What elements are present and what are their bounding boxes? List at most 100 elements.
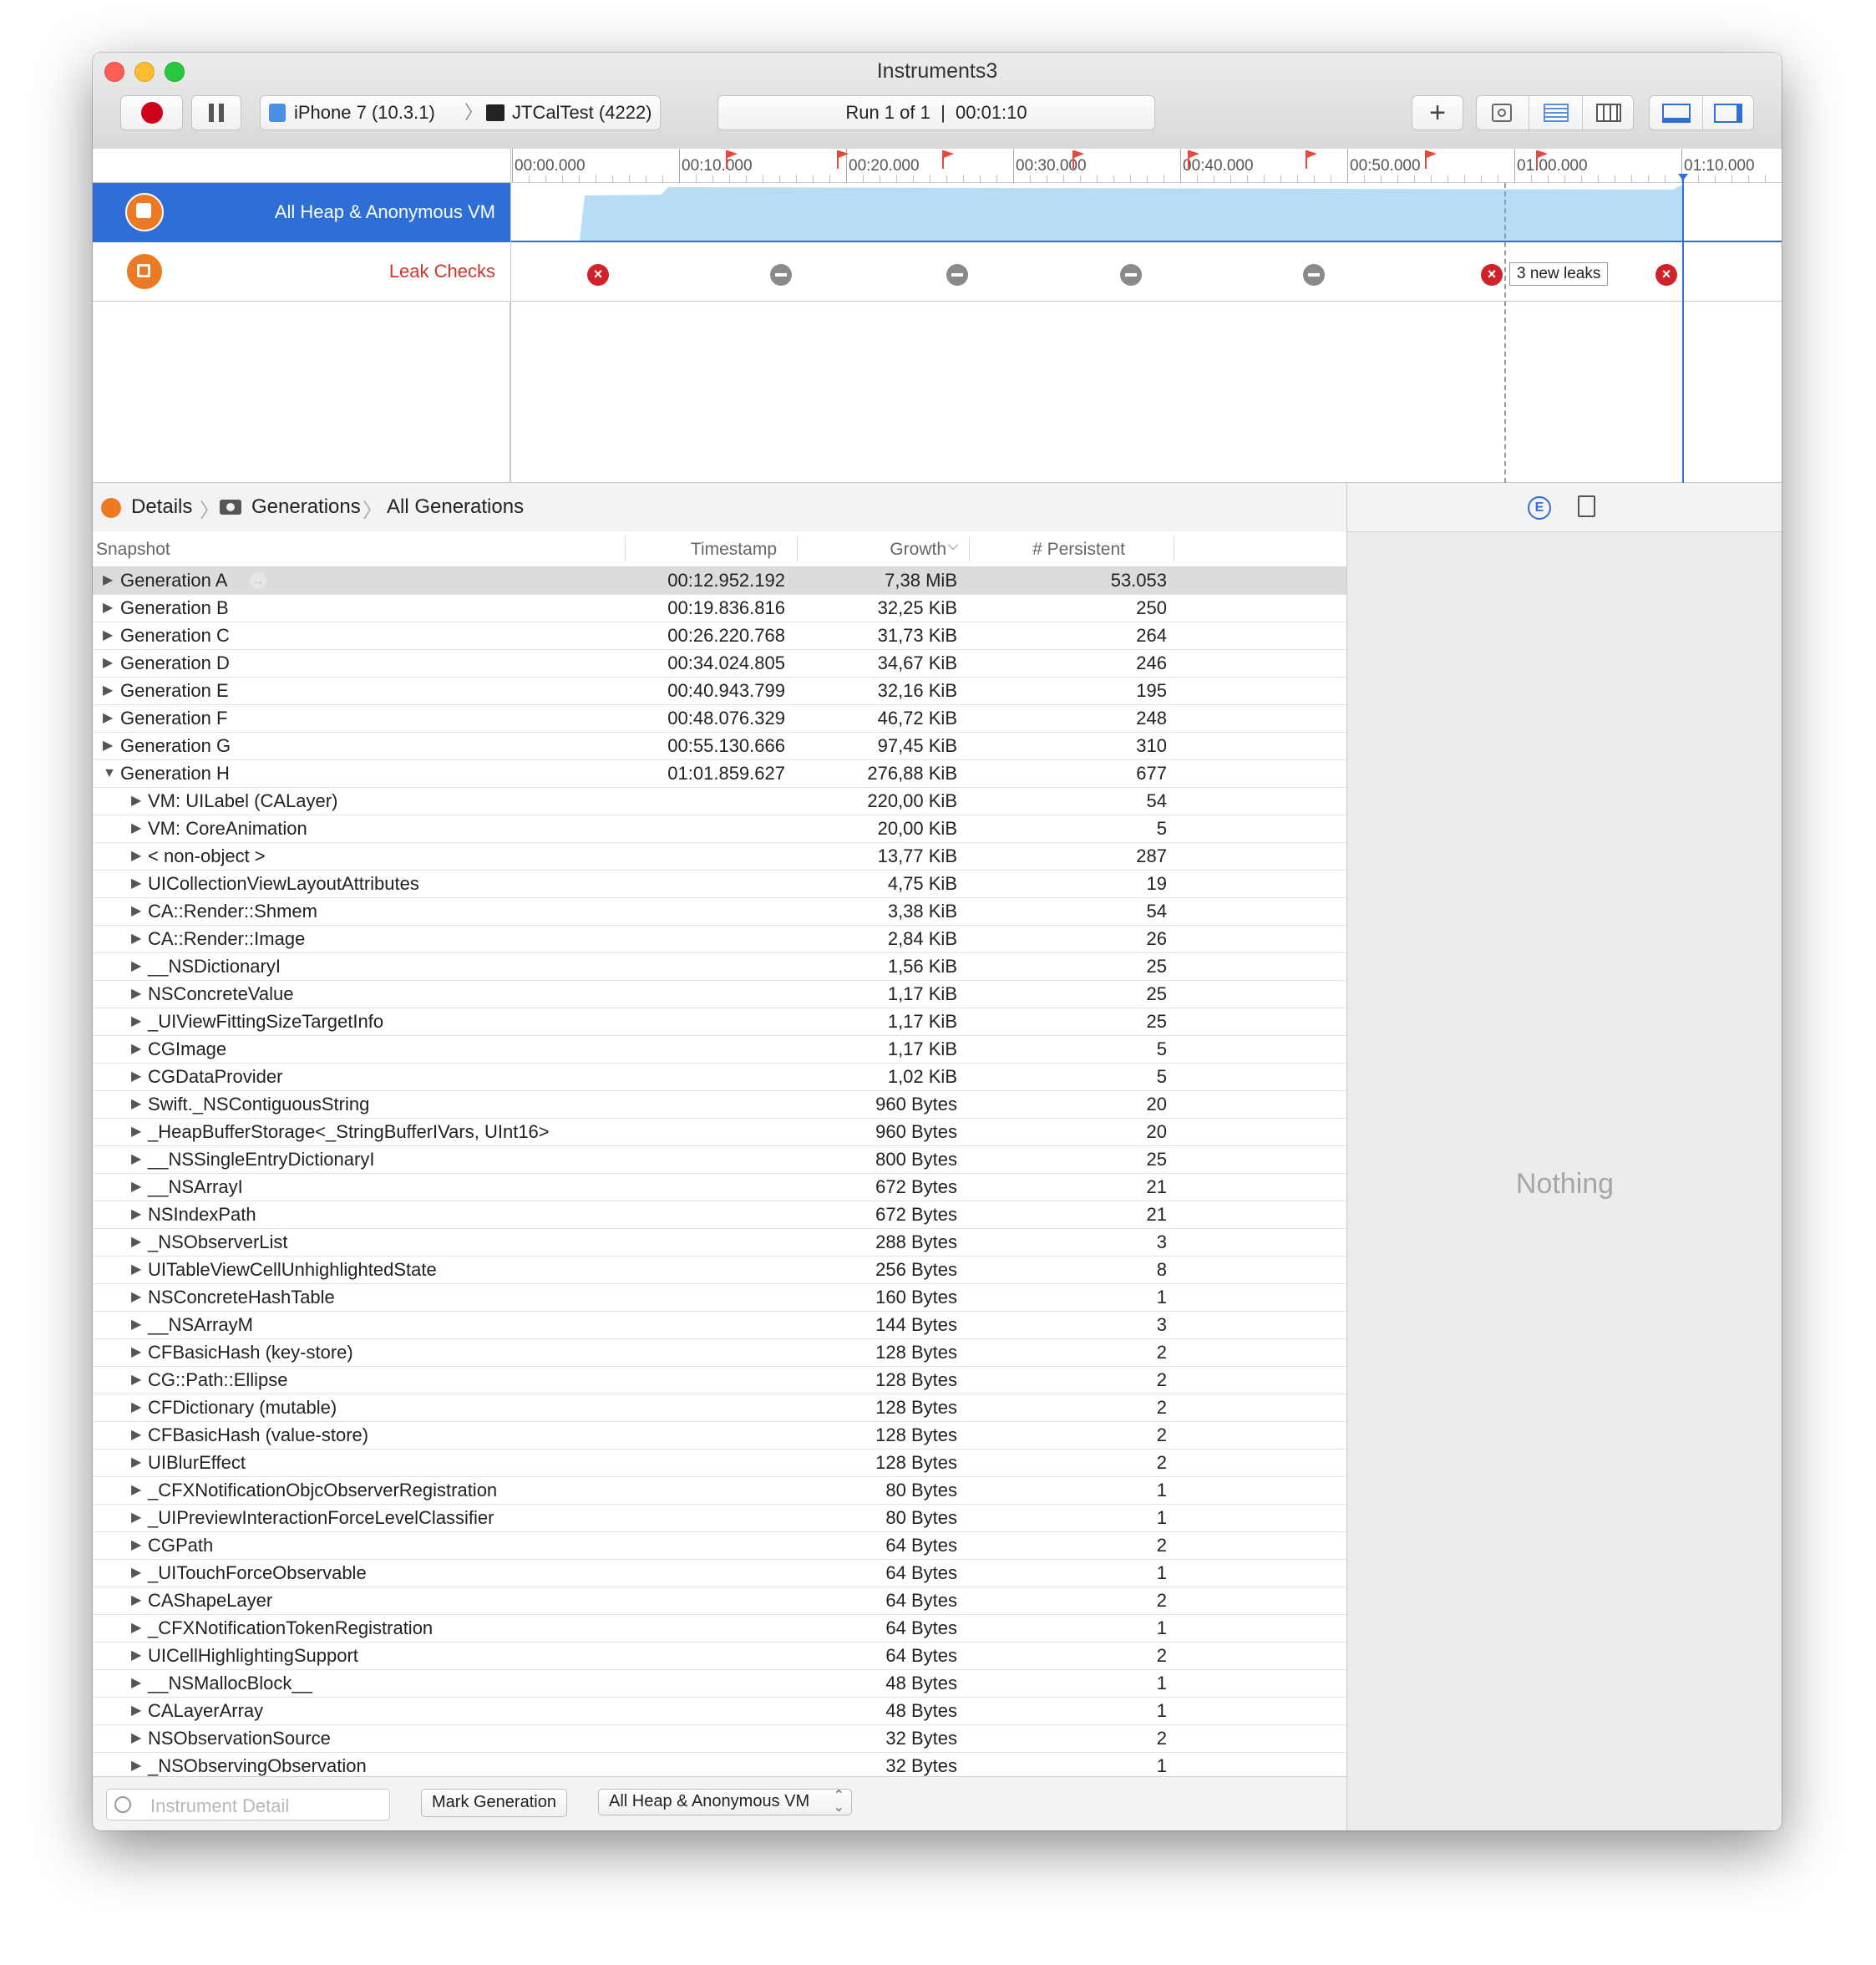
disclosure-closed-icon[interactable]: ▶	[131, 1174, 141, 1201]
leak-error-icon[interactable]: ×	[1481, 264, 1503, 286]
disclosure-closed-icon[interactable]: ▶	[131, 1229, 141, 1256]
list-view-icon[interactable]	[1544, 104, 1569, 122]
disclosure-closed-icon[interactable]: ▶	[103, 733, 113, 759]
leak-ok-icon[interactable]	[770, 264, 792, 286]
allocation-row[interactable]: ▶ UITableViewCellUnhighlightedState 256 By…	[93, 1257, 1346, 1284]
disclosure-closed-icon[interactable]: ▶	[131, 1422, 141, 1449]
column-snapshot[interactable]: Snapshot	[96, 540, 170, 560]
settings-icon[interactable]	[1492, 104, 1512, 122]
allocation-row[interactable]: ▶ CA::Render::Shmem 3,38 KiB 54	[93, 898, 1346, 926]
disclosure-closed-icon[interactable]: ▶	[131, 1339, 141, 1366]
disclosure-closed-icon[interactable]: ▶	[103, 622, 113, 649]
disclosure-closed-icon[interactable]: ▶	[131, 843, 141, 870]
allocation-row[interactable]: ▶ CFDictionary (mutable) 128 Bytes 2	[93, 1394, 1346, 1422]
allocation-row[interactable]: ▶ CAShapeLayer 64 Bytes 2	[93, 1587, 1346, 1615]
disclosure-closed-icon[interactable]: ▶	[131, 1119, 141, 1145]
disclosure-closed-icon[interactable]: ▶	[131, 1064, 141, 1090]
leaks-graph[interactable]: × × 3 new leaks ×	[511, 242, 1782, 302]
allocation-row[interactable]: ▶ NSObservationSource 32 Bytes 2	[93, 1725, 1346, 1753]
generation-row[interactable]: ▶ Generation B 00:19.836.816 32,25 KiB 250	[93, 595, 1346, 622]
allocation-row[interactable]: ▶ NSConcreteValue 1,17 KiB 25	[93, 981, 1346, 1008]
disclosure-closed-icon[interactable]: ▶	[131, 981, 141, 1008]
allocation-row[interactable]: ▶ _CFXNotificationTokenRegistration 64 Byt…	[93, 1615, 1346, 1643]
leak-ok-icon[interactable]	[1120, 264, 1142, 286]
allocation-row[interactable]: ▶ CA::Render::Image 2,84 KiB 26	[93, 926, 1346, 953]
allocation-row[interactable]: ▶ CGDataProvider 1,02 KiB 5	[93, 1064, 1346, 1091]
disclosure-closed-icon[interactable]: ▶	[131, 1367, 141, 1394]
disclosure-closed-icon[interactable]: ▶	[131, 1394, 141, 1421]
allocation-row[interactable]: ▶ < non-object > 13,77 KiB 287	[93, 843, 1346, 871]
instrument-select[interactable]: All Heap & Anonymous VM ⌃ ⌄	[598, 1789, 852, 1815]
disclosure-closed-icon[interactable]: ▶	[131, 1091, 141, 1118]
jumpbar-details[interactable]: Details	[131, 495, 192, 519]
disclosure-closed-icon[interactable]: ▶	[131, 788, 141, 815]
allocation-row[interactable]: ▶ _CFXNotificationObjcObserverRegistratio…	[93, 1477, 1346, 1505]
leak-ok-icon[interactable]	[1303, 264, 1325, 286]
allocation-row[interactable]: ▶ NSIndexPath 672 Bytes 21	[93, 1201, 1346, 1229]
disclosure-closed-icon[interactable]: ▶	[131, 1284, 141, 1311]
disclosure-closed-icon[interactable]: ▶	[131, 871, 141, 897]
generation-row[interactable]: ▼ Generation H 01:01.859.627 276,88 KiB 677	[93, 760, 1346, 788]
leak-annotation[interactable]: 3 new leaks	[1509, 262, 1609, 286]
generation-row[interactable]: ▶ Generation C 00:26.220.768 31,73 KiB 264	[93, 622, 1346, 650]
disclosure-closed-icon[interactable]: ▶	[103, 650, 113, 677]
document-icon[interactable]	[1578, 495, 1595, 517]
track-allocations[interactable]: All Heap & Anonymous VM	[93, 183, 510, 242]
allocation-row[interactable]: ▶ _HeapBufferStorage<_StringBufferIVars, …	[93, 1119, 1346, 1146]
allocation-row[interactable]: ▶ UIBlurEffect 128 Bytes 2	[93, 1450, 1346, 1477]
disclosure-closed-icon[interactable]: ▶	[131, 1036, 141, 1063]
playhead[interactable]	[1682, 178, 1684, 483]
disclosure-closed-icon[interactable]: ▶	[131, 1532, 141, 1559]
jumpbar-generations[interactable]: Generations	[251, 495, 361, 519]
allocation-row[interactable]: ▶ VM: CoreAnimation 20,00 KiB 5	[93, 815, 1346, 843]
generation-row[interactable]: ▶ Generation G 00:55.130.666 97,45 KiB 310	[93, 733, 1346, 760]
allocation-row[interactable]: ▶ __NSMallocBlock__ 48 Bytes 1	[93, 1670, 1346, 1698]
info-icon[interactable]: E	[1528, 496, 1551, 520]
bottom-panel-icon[interactable]	[1662, 104, 1691, 123]
disclosure-closed-icon[interactable]: ▶	[103, 705, 113, 732]
allocation-row[interactable]: ▶ UICellHighlightingSupport 64 Bytes 2	[93, 1643, 1346, 1670]
generation-row[interactable]: ▶ Generation E 00:40.943.799 32,16 KiB 195	[93, 678, 1346, 705]
allocation-row[interactable]: ▶ __NSArrayI 672 Bytes 21	[93, 1174, 1346, 1201]
disclosure-closed-icon[interactable]: ▶	[131, 1560, 141, 1587]
allocation-row[interactable]: ▶ CGImage 1,17 KiB 5	[93, 1036, 1346, 1064]
allocation-row[interactable]: ▶ UICollectionViewLayoutAttributes 4,75 Ki…	[93, 871, 1346, 898]
allocations-graph[interactable]	[511, 183, 1782, 242]
generation-row[interactable]: ▶ Generation F 00:48.076.329 46,72 KiB 248	[93, 705, 1346, 733]
disclosure-closed-icon[interactable]: ▶	[103, 595, 113, 622]
disclosure-closed-icon[interactable]: ▶	[131, 1698, 141, 1724]
record-button[interactable]	[120, 95, 183, 130]
column-growth[interactable]: Growth	[844, 540, 946, 560]
mark-generation-button[interactable]: Mark Generation	[421, 1789, 567, 1817]
allocation-row[interactable]: ▶ CFBasicHash (value-store) 128 Bytes 2	[93, 1422, 1346, 1450]
allocation-row[interactable]: ▶ NSConcreteHashTable 160 Bytes 1	[93, 1284, 1346, 1312]
target-selector[interactable]: iPhone 7 (10.3.1) 〉 JTCalTest (4222)	[260, 95, 661, 130]
allocation-row[interactable]: ▶ VM: UILabel (CALayer) 220,00 KiB 54	[93, 788, 1346, 815]
allocation-row[interactable]: ▶ CALayerArray 48 Bytes 1	[93, 1698, 1346, 1725]
disclosure-closed-icon[interactable]: ▶	[131, 1450, 141, 1476]
table-view-icon[interactable]	[1596, 104, 1621, 122]
leak-error-icon[interactable]: ×	[1655, 264, 1677, 286]
disclosure-closed-icon[interactable]: ▶	[131, 953, 141, 980]
disclosure-closed-icon[interactable]: ▶	[131, 1725, 141, 1752]
allocation-row[interactable]: ▶ CG::Path::Ellipse 128 Bytes 2	[93, 1367, 1346, 1394]
disclosure-closed-icon[interactable]: ▶	[131, 1643, 141, 1669]
disclosure-closed-icon[interactable]: ▶	[131, 1670, 141, 1697]
allocation-row[interactable]: ▶ __NSDictionaryI 1,56 KiB 25	[93, 953, 1346, 981]
column-persistent[interactable]: # Persistent	[1012, 540, 1125, 560]
disclosure-closed-icon[interactable]: ▶	[131, 1587, 141, 1614]
disclosure-closed-icon[interactable]: ▶	[131, 1257, 141, 1283]
allocation-row[interactable]: ▶ _NSObserverList 288 Bytes 3	[93, 1229, 1346, 1257]
disclosure-closed-icon[interactable]: ▶	[131, 1008, 141, 1035]
track-leaks[interactable]: Leak Checks	[93, 242, 510, 302]
allocation-row[interactable]: ▶ __NSArrayM 144 Bytes 3	[93, 1312, 1346, 1339]
filter-field[interactable]: Instrument Detail	[106, 1789, 390, 1820]
jumpbar-all-generations[interactable]: All Generations	[387, 495, 524, 519]
leak-error-icon[interactable]: ×	[587, 264, 609, 286]
run-status[interactable]: Run 1 of 1 | 00:01:10	[717, 95, 1155, 130]
disclosure-closed-icon[interactable]: ▶	[131, 1146, 141, 1173]
generation-row[interactable]: ▶ Generation D 00:34.024.805 34,67 KiB 246	[93, 650, 1346, 678]
disclosure-open-icon[interactable]: ▼	[103, 760, 116, 787]
generation-row[interactable]: ▶ Generation A 00:12.952.192 7,38 MiB 53.053…	[93, 567, 1346, 595]
disclosure-closed-icon[interactable]: ▶	[103, 678, 113, 704]
